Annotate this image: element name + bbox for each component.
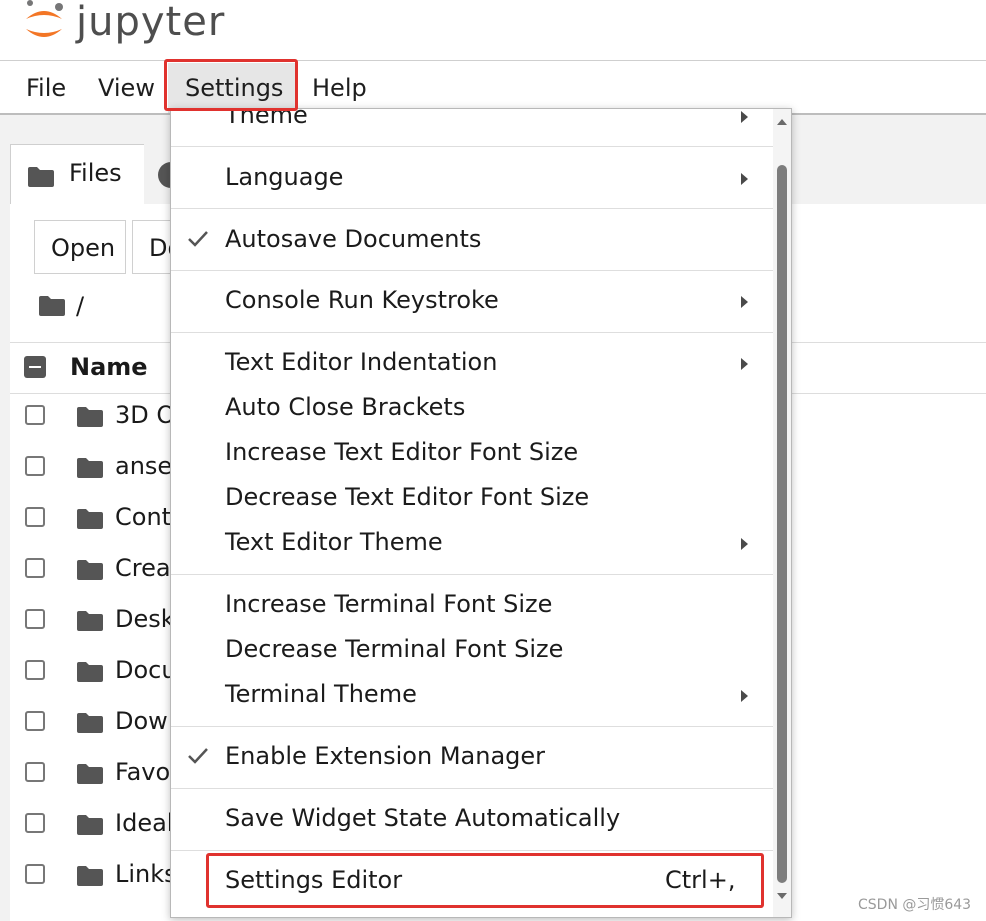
menu-item-label: Text Editor Theme (225, 528, 443, 556)
file-name: Favo (115, 758, 171, 786)
menu-separator (171, 788, 773, 789)
folder-icon (77, 458, 103, 478)
menu-separator (171, 146, 773, 147)
menu-item-label: Console Run Keystroke (225, 286, 499, 314)
row-checkbox[interactable] (25, 405, 45, 425)
tab-files[interactable]: Files (10, 144, 146, 205)
settings-editor-highlight-box (206, 853, 764, 908)
file-name: Links (115, 860, 177, 888)
menu-item-increase-text-editor-font-size[interactable]: Increase Text Editor Font Size (171, 432, 773, 476)
folder-icon (77, 713, 103, 733)
checkmark-icon (188, 748, 208, 764)
menu-item-label: Save Widget State Automatically (225, 804, 621, 832)
watermark: CSDN @习惯643 (858, 897, 972, 913)
menu-separator (171, 270, 773, 271)
file-name: 3D O (115, 401, 176, 429)
menu-item-label: Theme (225, 108, 308, 129)
scrollbar-thumb[interactable] (777, 165, 787, 883)
folder-icon (77, 560, 103, 580)
menu-item-decrease-terminal-font-size[interactable]: Decrease Terminal Font Size (171, 629, 773, 673)
submenu-arrow-icon (741, 111, 748, 123)
menu-help[interactable]: Help (312, 73, 367, 103)
menu-item-text-editor-indentation[interactable]: Text Editor Indentation (171, 342, 773, 386)
file-name: Cont (115, 503, 172, 531)
settings-menu-highlight-box (164, 59, 298, 111)
submenu-arrow-icon (741, 173, 748, 185)
settings-dropdown-menu: Theme Language Autosave Documents Consol… (170, 108, 792, 918)
row-checkbox[interactable] (25, 711, 45, 731)
file-name: Dow (115, 707, 168, 735)
folder-icon (77, 662, 103, 682)
file-name: Docu (115, 656, 177, 684)
scroll-up-arrow-icon[interactable] (777, 119, 787, 125)
name-column-header[interactable]: Name (70, 353, 148, 381)
menu-item-theme[interactable]: Theme (171, 108, 773, 139)
menu-separator (171, 332, 773, 333)
row-checkbox[interactable] (25, 558, 45, 578)
menu-separator (171, 574, 773, 575)
menu-item-label: Increase Text Editor Font Size (225, 438, 579, 466)
menu-view[interactable]: View (98, 73, 155, 103)
breadcrumb: / (38, 292, 84, 320)
menu-item-label: Language (225, 163, 344, 191)
folder-icon (77, 815, 103, 835)
menu-item-label: Enable Extension Manager (225, 742, 546, 770)
menu-item-label: Terminal Theme (225, 680, 417, 708)
menu-item-terminal-theme[interactable]: Terminal Theme (171, 674, 773, 718)
menu-separator (171, 726, 773, 727)
menu-separator (171, 850, 773, 851)
file-name: anse (115, 452, 173, 480)
row-checkbox[interactable] (25, 762, 45, 782)
jupyter-logo[interactable]: jupyter (22, 0, 225, 50)
row-checkbox[interactable] (25, 456, 45, 476)
menu-separator (171, 208, 773, 209)
menu-item-increase-terminal-font-size[interactable]: Increase Terminal Font Size (171, 584, 773, 628)
logo-text: jupyter (76, 0, 226, 45)
open-button[interactable]: Open (34, 220, 126, 274)
row-checkbox[interactable] (25, 813, 45, 833)
top-bar: jupyter (0, 0, 986, 61)
folder-icon[interactable] (38, 295, 66, 317)
file-name: Desk (115, 605, 175, 633)
scroll-down-arrow-icon[interactable] (777, 893, 787, 899)
folder-icon (77, 407, 103, 427)
row-checkbox[interactable] (25, 660, 45, 680)
menu-item-label: Auto Close Brackets (225, 393, 466, 421)
submenu-arrow-icon (741, 296, 748, 308)
jupyter-logo-icon (26, 0, 63, 37)
row-checkbox[interactable] (25, 507, 45, 527)
menu-item-language[interactable]: Language (171, 157, 773, 201)
menu-item-enable-extension-manager[interactable]: Enable Extension Manager (171, 736, 773, 780)
select-all-checkbox[interactable] (24, 356, 46, 378)
folder-icon (77, 866, 103, 886)
folder-icon (77, 764, 103, 784)
menu-item-autosave-documents[interactable]: Autosave Documents (171, 219, 773, 263)
menu-bar: File View Settings Help (0, 61, 986, 115)
submenu-arrow-icon (741, 358, 748, 370)
checkmark-icon (188, 231, 208, 247)
menu-scrollbar[interactable] (773, 109, 791, 917)
menu-item-save-widget-state-automatically[interactable]: Save Widget State Automatically (171, 798, 773, 842)
folder-icon (77, 509, 103, 529)
tab-files-label: Files (69, 159, 122, 187)
menu-item-label: Autosave Documents (225, 225, 482, 253)
submenu-arrow-icon (741, 690, 748, 702)
menu-item-label: Increase Terminal Font Size (225, 590, 553, 618)
breadcrumb-path[interactable]: / (76, 292, 84, 320)
menu-file[interactable]: File (26, 73, 66, 103)
file-name: Ideal (115, 809, 174, 837)
menu-item-label: Text Editor Indentation (225, 348, 498, 376)
menu-item-console-run-keystroke[interactable]: Console Run Keystroke (171, 280, 773, 324)
folder-icon (77, 611, 103, 631)
menu-item-decrease-text-editor-font-size[interactable]: Decrease Text Editor Font Size (171, 477, 773, 521)
menu-item-label: Decrease Terminal Font Size (225, 635, 564, 663)
submenu-arrow-icon (741, 538, 748, 550)
row-checkbox[interactable] (25, 864, 45, 884)
row-checkbox[interactable] (25, 609, 45, 629)
menu-item-text-editor-theme[interactable]: Text Editor Theme (171, 522, 773, 566)
folder-icon (28, 167, 54, 187)
menu-item-auto-close-brackets[interactable]: Auto Close Brackets (171, 387, 773, 431)
menu-item-label: Decrease Text Editor Font Size (225, 483, 590, 511)
